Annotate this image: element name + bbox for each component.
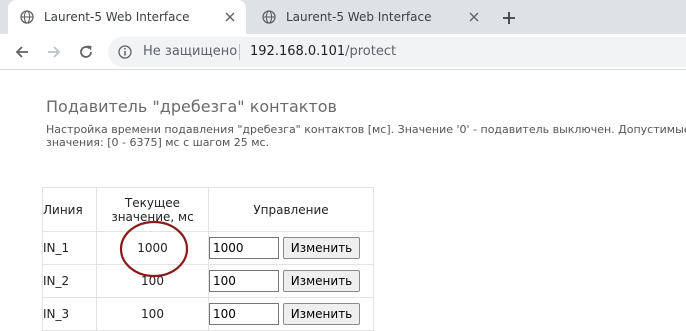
table-row: IN_1 1000 Изменить — [42, 231, 374, 265]
current-value: 1000 — [96, 231, 209, 265]
plus-icon[interactable] — [498, 7, 520, 29]
forward-arrow-icon[interactable] — [44, 42, 64, 62]
table-row: IN_3 100 Изменить — [42, 297, 374, 331]
url-text[interactable]: 192.168.0.101/protect — [250, 44, 396, 60]
line-name: IN_2 — [42, 264, 97, 298]
page-title: Подавитель "дребезга" контактов — [46, 97, 337, 116]
globe-icon — [20, 10, 34, 24]
tab-title: Laurent-5 Web Interface — [286, 10, 432, 24]
line-name: IN_3 — [42, 297, 97, 331]
info-icon[interactable] — [118, 45, 132, 59]
line-name: IN_1 — [42, 231, 97, 265]
header-current-value: Текущее значение, мс — [96, 187, 209, 232]
change-button[interactable]: Изменить — [283, 303, 360, 325]
control-cell: Изменить — [208, 264, 374, 298]
divider — [239, 44, 240, 60]
url-host: 192.168.0.101 — [250, 44, 346, 59]
tab-inactive[interactable]: Laurent-5 Web Interface — [250, 0, 490, 34]
current-value: 100 — [96, 297, 209, 331]
header-control: Управление — [208, 187, 374, 232]
address-bar[interactable]: Не защищено 192.168.0.101/protect — [108, 37, 686, 67]
control-cell: Изменить — [208, 231, 374, 265]
globe-icon — [262, 10, 276, 24]
value-input[interactable] — [209, 270, 279, 292]
change-button[interactable]: Изменить — [283, 237, 360, 259]
page-description: Настройка времени подавления "дребезга" … — [46, 123, 686, 149]
current-value: 100 — [96, 264, 209, 298]
reload-icon[interactable] — [76, 42, 96, 62]
url-path: /protect — [345, 44, 397, 59]
debounce-table: Линия Текущее значение, мс Управление IN… — [42, 187, 374, 331]
value-input[interactable] — [209, 237, 279, 259]
tab-active[interactable]: Laurent-5 Web Interface — [8, 0, 246, 34]
security-label[interactable]: Не защищено — [143, 44, 237, 60]
back-arrow-icon[interactable] — [12, 42, 32, 62]
value-input[interactable] — [209, 303, 279, 325]
tab-title: Laurent-5 Web Interface — [44, 10, 190, 24]
close-icon[interactable] — [466, 9, 482, 25]
browser-toolbar: Не защищено 192.168.0.101/protect — [0, 34, 686, 70]
change-button[interactable]: Изменить — [283, 270, 360, 292]
header-line: Линия — [42, 187, 97, 232]
tab-strip: Laurent-5 Web Interface Laurent-5 Web In… — [0, 0, 686, 34]
table-header-row: Линия Текущее значение, мс Управление — [42, 187, 374, 232]
close-icon[interactable] — [222, 9, 238, 25]
control-cell: Изменить — [208, 297, 374, 331]
table-row: IN_2 100 Изменить — [42, 264, 374, 298]
